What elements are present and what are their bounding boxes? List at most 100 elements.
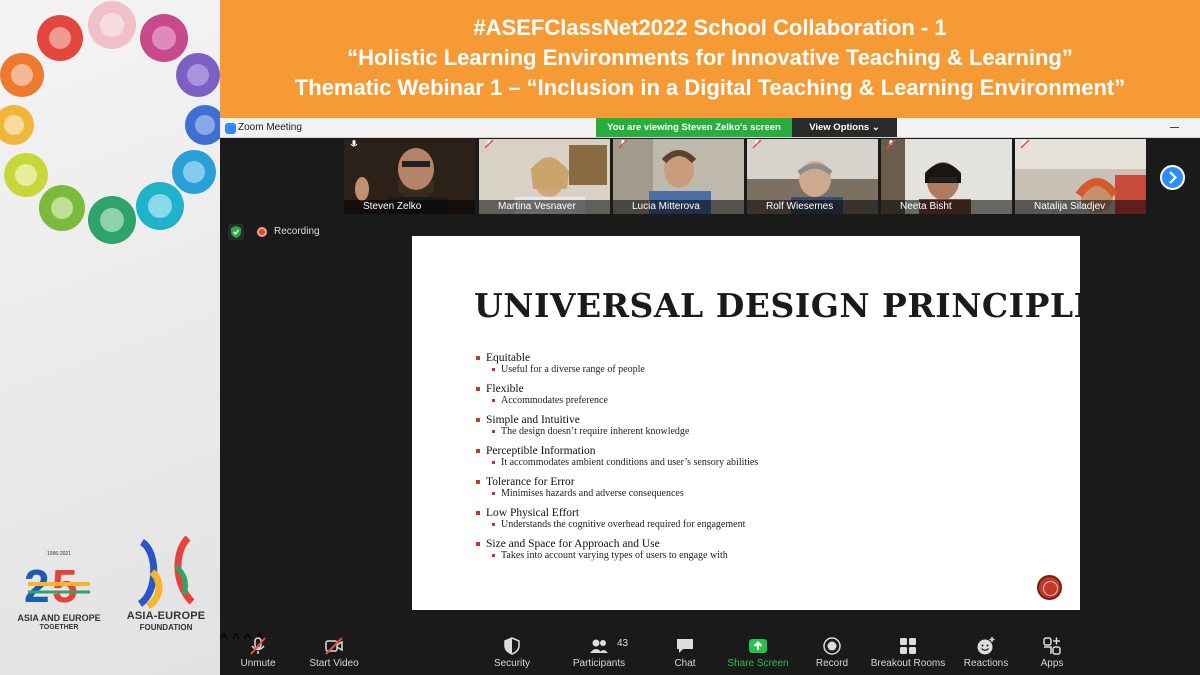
banner-line-1: #ASEFClassNet2022 School Collaboration -… [473,15,947,40]
unmute-label: Unmute [240,658,276,669]
bullet-icon [476,356,480,360]
apps-label: Apps [1040,658,1064,669]
sub-bullet-icon [492,399,495,402]
list-item: Perceptible Information It accommodates … [474,445,1064,476]
meeting-toolbar: Unmute ^ Start Video ^ Security 43 Parti… [220,631,1200,675]
breakout-rooms-button[interactable]: Breakout Rooms [868,631,948,675]
zoom-meeting-window: Zoom Meeting You are viewing Steven Zelk… [220,118,1200,675]
bullet-icon [476,542,480,546]
reactions-button[interactable]: Reactions [956,631,1016,675]
participant-name: Rolf Wiesemes [747,200,878,214]
origami-flower [39,185,85,231]
slide-title: UNIVERSAL DESIGN PRINCIPLES [474,286,1124,325]
shared-slide: UNIVERSAL DESIGN PRINCIPLES Equitable Us… [412,236,1123,610]
origami-flower [185,105,220,145]
share-screen-label: Share Screen [727,658,789,669]
participant-tile[interactable]: Rolf Wiesemes [747,139,878,214]
participants-button[interactable]: 43 Participants [564,631,634,675]
sub-bullet-icon [492,523,495,526]
asem-25-mark: 2 5 [24,560,90,612]
bullet-icon [476,449,480,453]
asef-mark [137,535,195,610]
view-options-button[interactable]: View Options ⌄ [792,118,897,137]
share-screen-icon [749,639,767,653]
asef-logo: ASIA-EUROPE FOUNDATION [118,532,214,632]
principle-heading: Size and Space for Approach and Use [486,538,660,550]
sub-bullet-icon [492,368,495,371]
chevron-up-icon[interactable]: ^ [220,631,228,648]
origami-flower [136,182,184,230]
principle-heading: Tolerance for Error [486,476,575,488]
participant-name: Steven Zelko [344,200,475,214]
participants-icon [590,639,608,653]
participant-tile[interactable]: Lucia Mitterova [613,139,744,214]
participant-name: Natalija Siladjev [1015,200,1146,214]
list-item: Low Physical Effort Understands the cogn… [474,507,1064,538]
security-label: Security [493,658,531,669]
start-video-label: Start Video [309,658,359,669]
asef-logo-line2: FOUNDATION [139,623,193,632]
sub-bullet-icon [492,461,495,464]
principle-heading: Equitable [486,352,531,364]
mic-muted-icon [618,139,628,149]
zoom-logo-icon [225,123,236,134]
recording-indicator[interactable]: Recording [253,224,333,240]
origami-flower [37,15,83,61]
participant-tile[interactable]: Natalija Siladjev [1015,139,1146,214]
window-title: Zoom Meeting [238,122,302,133]
origami-flower [0,53,44,97]
record-icon [823,637,841,655]
bullet-icon [476,418,480,422]
origami-ring-graphic [0,1,220,244]
unmute-button[interactable]: Unmute [228,631,288,675]
apps-button[interactable]: Apps [1030,631,1074,675]
record-button[interactable]: Record [802,631,862,675]
chevron-right-icon [1169,171,1178,184]
start-video-button[interactable]: Start Video [304,631,364,675]
share-screen-button[interactable]: Share Screen [725,631,791,675]
shield-icon [504,637,520,655]
list-item: Simple and Intuitive The design doesn’t … [474,414,1064,445]
breakout-rooms-label: Breakout Rooms [870,658,946,669]
window-titlebar: Zoom Meeting You are viewing Steven Zelk… [220,118,1200,138]
chat-button[interactable]: Chat [655,631,715,675]
mic-muted-icon [752,139,762,149]
next-participants-button[interactable] [1160,165,1185,190]
security-button[interactable]: Security [482,631,542,675]
principle-heading: Flexible [486,383,524,395]
principle-heading: Low Physical Effort [486,507,580,519]
minimize-icon[interactable] [1170,127,1179,128]
record-label: Record [815,658,849,669]
reactions-icon [977,637,995,655]
slide-seal-icon [1037,575,1062,600]
left-branding-panel: 1996-2021 2 5 ASIA AND EUROPE TOGETHER A… [0,0,220,675]
participant-name: Neeta Bisht [881,200,1012,214]
bullet-icon [476,511,480,515]
encryption-status[interactable] [228,224,244,240]
participant-count: 43 [617,638,629,649]
mic-on-icon [350,140,358,147]
asef-logo-line1: ASIA-EUROPE [126,610,206,622]
reactions-label: Reactions [963,658,1009,669]
origami-flower [4,153,48,197]
sub-bullet-icon [492,492,495,495]
sub-bullet-icon [492,554,495,557]
principle-detail: Minimises hazards and adverse consequenc… [501,488,684,499]
participant-tile[interactable]: Steven Zelko [344,139,475,214]
bullet-icon [476,480,480,484]
principle-detail: Useful for a diverse range of people [501,364,645,375]
list-item: Size and Space for Approach and Use Take… [474,538,1064,569]
principle-detail: It accommodates ambient conditions and u… [501,457,759,468]
participant-tile[interactable]: Neeta Bisht [881,139,1012,214]
webinar-title-banner: #ASEFClassNet2022 School Collaboration -… [220,0,1200,118]
principle-heading: Simple and Intuitive [486,414,580,426]
asem-logo-line2: TOGETHER [39,624,79,631]
list-item: Flexible Accommodates preference [474,383,1064,414]
participants-label: Participants [572,658,626,669]
screen-share-banner: You are viewing Steven Zelko's screen [596,118,792,137]
shield-icon [231,226,241,238]
participant-name: Lucia Mitterova [613,200,744,214]
participant-tile[interactable]: Martina Vesnaver [479,139,610,214]
list-item: Tolerance for Error Minimises hazards an… [474,476,1064,507]
chat-label: Chat [674,658,696,669]
